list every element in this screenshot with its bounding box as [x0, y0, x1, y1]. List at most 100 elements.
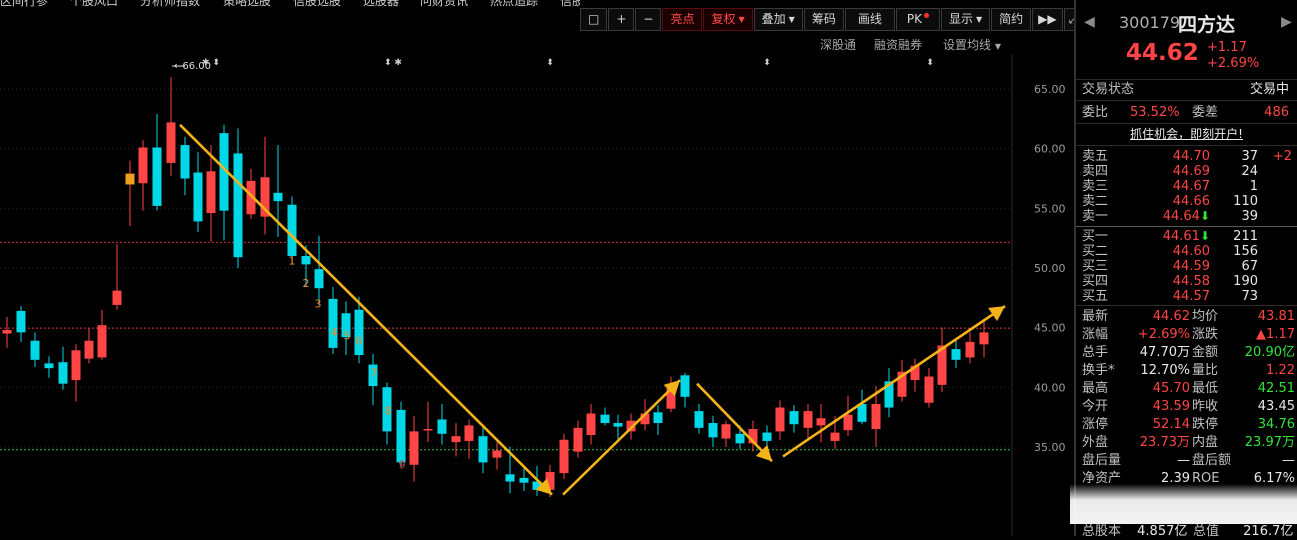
zoom-in-button[interactable]: + [608, 8, 635, 31]
stat-label: 涨跌 [1192, 327, 1219, 342]
top-menu-item[interactable]: 选股器 [363, 0, 399, 8]
trend-arrow-line [179, 123, 553, 496]
top-menu-item[interactable]: 区间行参 [0, 0, 48, 8]
level-label: 买四 [1082, 274, 1109, 289]
divider [1076, 79, 1297, 80]
overlay-label: 叠加 [761, 12, 786, 26]
stats-row: 最高 45.70 最低 42.51 [1082, 380, 1295, 397]
open-account-link[interactable]: 抓住机会，即刻开户! [1076, 125, 1297, 142]
stat-label: 内盘 [1192, 435, 1219, 450]
y-tick-label: 40.00 [1034, 381, 1066, 394]
sequence-label: 8 [385, 405, 392, 418]
stat-label: 外盘 [1082, 435, 1109, 450]
stat-value: 47.70万 [1139, 345, 1190, 360]
bid-row[interactable]: 买四 44.58 190 [1082, 274, 1292, 289]
candle-up [423, 429, 433, 431]
top-menu-item[interactable]: 信股实证 [560, 0, 580, 8]
display-dropdown[interactable]: 显示 ▼ [940, 8, 991, 31]
level-label: 买三 [1082, 259, 1109, 274]
candle-up [409, 431, 419, 465]
candle-up [830, 432, 840, 441]
level-volume: 190 [1233, 274, 1258, 289]
ask-row[interactable]: 卖四 44.69 24 [1082, 164, 1292, 179]
ask-row[interactable]: 卖一 44.64⬇ 39 [1082, 209, 1292, 224]
ask-row[interactable]: 卖五 44.70 37 +2 [1082, 149, 1292, 164]
stat-value: 42.51 [1257, 381, 1295, 396]
level-label: 买二 [1082, 244, 1109, 259]
candle-down [273, 192, 283, 202]
y-tick-label: 55.00 [1034, 202, 1066, 215]
candle-down [519, 477, 529, 483]
overlay-dropdown[interactable]: 叠加 ▼ [753, 8, 803, 31]
sequence-label: 7 [371, 367, 378, 380]
ask-row[interactable]: 卖三 44.67 1 [1082, 179, 1292, 194]
top-menu-item[interactable]: 策略选股 [223, 0, 271, 8]
stat-value: 43.59 [1152, 399, 1190, 414]
stat-value: 43.81 [1257, 309, 1295, 324]
stats-row: 最新 44.62 均价 43.81 [1082, 308, 1295, 325]
bid-row[interactable]: 买三 44.59 67 [1082, 259, 1292, 274]
pk-button[interactable]: PK [895, 8, 940, 31]
zoom-out-button[interactable]: − [635, 8, 662, 31]
top-menu-item[interactable]: 问财资讯 [420, 0, 468, 8]
display-label: 显示 [948, 12, 973, 26]
total-value-label: 总值 [1193, 524, 1220, 539]
candle-up [559, 439, 569, 474]
ask-row[interactable]: 卖二 44.66 110 [1082, 194, 1292, 209]
candle-up [206, 171, 216, 214]
level-label: 卖一 [1082, 209, 1109, 224]
bid-row[interactable]: 买五 44.57 73 [1082, 289, 1292, 304]
prev-stock-icon[interactable]: ◀ [1084, 14, 1095, 30]
simple-mode-button[interactable]: 简约 [991, 8, 1032, 31]
highlight-button[interactable]: 亮点 [662, 8, 703, 31]
margin-trading-link[interactable]: 融资融券 [874, 36, 922, 53]
candle-down [694, 411, 704, 428]
sequence-label: 9 [399, 458, 406, 471]
change-value: +1.17 [1207, 40, 1247, 55]
chevron-down-icon: ▼ [994, 42, 1001, 51]
draw-line-button[interactable]: 画线 [844, 8, 895, 31]
weibi-value: 53.52% [1130, 105, 1180, 120]
bid-row[interactable]: 买一 44.61⬇ 211 [1082, 229, 1292, 244]
quote-header: ◀ 300179 四方达 ▶ 44.62 +1.17 +2.69% [1076, 0, 1297, 78]
bid-row[interactable]: 买二 44.60 156 [1082, 244, 1292, 259]
candle-down [328, 298, 338, 348]
event-marker: ⬍ ✱ [384, 58, 402, 68]
candle-down [613, 423, 623, 427]
divider [1076, 145, 1297, 146]
candle-up [166, 122, 176, 163]
chips-button[interactable]: 筹码 [803, 8, 844, 31]
last-price: 44.62 [1126, 40, 1199, 66]
total-value: 总值 216.7亿 [1193, 524, 1293, 540]
stat-label: 涨幅 [1082, 327, 1109, 342]
candle-down [44, 363, 54, 369]
kline-chart-svg[interactable]: 65.0060.0055.0050.0045.0040.0035.00✱ ⬍ ⬍ … [0, 55, 1075, 536]
square-button[interactable]: □ [580, 8, 608, 31]
double-arrow-right-icon: ▶▶ [1038, 12, 1057, 26]
sequence-label: 5 [344, 330, 351, 343]
top-menu-item[interactable]: 个股风口 [70, 0, 118, 8]
top-menu-item[interactable]: 信股选股 [293, 0, 341, 8]
expand-button[interactable]: ▶▶ [1032, 8, 1063, 31]
stats-row: 今开 43.59 昨收 43.45 [1082, 398, 1295, 415]
stat-value: 20.90亿 [1244, 345, 1295, 360]
total-value-value: 216.7亿 [1243, 524, 1294, 539]
candle-down [478, 436, 488, 463]
ma-settings-dropdown[interactable]: 设置均线 ▼ [943, 36, 1001, 53]
top-menu: 区间行参个股风口分析师指数策略选股信股选股选股器问财资讯热点追踪信股实证问财推荐… [0, 0, 580, 8]
stat-value: 12.70% [1140, 363, 1190, 378]
divider [1076, 100, 1297, 101]
stat-label: 最低 [1192, 381, 1219, 396]
stat-label: 换手* [1082, 363, 1115, 378]
restore-rights-dropdown[interactable]: 复权 ▼ [703, 8, 753, 31]
level-change: +2 [1272, 149, 1292, 164]
shenzhen-connect-link[interactable]: 深股通 [820, 36, 856, 53]
ma-settings-label: 设置均线 [943, 38, 992, 52]
next-stock-icon[interactable]: ▶ [1281, 14, 1292, 30]
candle-up [97, 325, 107, 358]
kline-chart[interactable]: 65.00 60.00 55.00 50.00 45.00 40.00 35.00 ✱ ⬍ ⬍ … [0, 55, 1075, 536]
stat-value: 23.97万 [1244, 435, 1295, 450]
divider [1076, 226, 1297, 227]
top-menu-item[interactable]: 分析师指数 [140, 0, 200, 8]
top-menu-item[interactable]: 热点追踪 [490, 0, 538, 8]
